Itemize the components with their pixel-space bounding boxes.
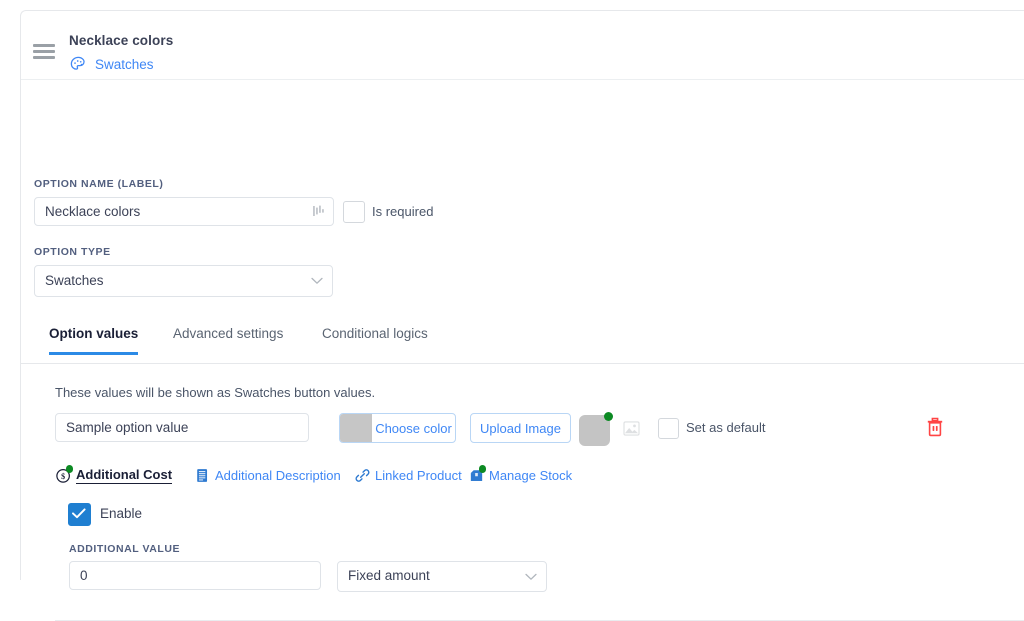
- link-chain-icon: [354, 467, 371, 484]
- enable-label: Enable: [100, 506, 143, 521]
- choose-color-label: Choose color: [375, 420, 452, 436]
- option-type-link-label: Swatches: [95, 57, 154, 72]
- subtab-linked-product[interactable]: Linked Product: [354, 467, 462, 484]
- thumbnail-badge-dot: [604, 412, 613, 421]
- option-type-link[interactable]: Swatches: [69, 55, 154, 74]
- is-required-checkbox[interactable]: [343, 201, 365, 223]
- subtab-label: Manage Stock: [489, 468, 573, 483]
- svg-text:$: $: [61, 472, 65, 481]
- set-as-default-label: Set as default: [686, 420, 766, 435]
- subtab-badge-dot: [478, 465, 486, 473]
- option-type-select[interactable]: Swatches: [34, 265, 333, 297]
- upload-image-label: Upload Image: [480, 420, 561, 436]
- subtab-label: Additional Cost: [76, 467, 173, 484]
- palette-icon: [69, 55, 88, 74]
- enable-checkbox[interactable]: [68, 503, 91, 526]
- option-value-row: Choose color Upload Image Set as default: [55, 412, 1015, 453]
- subtab-additional-description[interactable]: Additional Description: [194, 467, 341, 484]
- package-box-icon: [468, 465, 486, 484]
- tab-advanced-settings[interactable]: Advanced settings: [173, 326, 283, 352]
- option-type-value: Swatches: [45, 273, 104, 288]
- translate-icon[interactable]: [311, 203, 327, 219]
- set-as-default-checkbox[interactable]: [658, 418, 679, 439]
- subtab-label: Additional Description: [215, 468, 341, 483]
- dollar-circle-icon: $: [55, 465, 73, 484]
- additional-value-input[interactable]: [69, 561, 321, 590]
- choose-color-button[interactable]: Choose color: [339, 413, 456, 443]
- check-icon: [72, 508, 86, 519]
- option-name-input[interactable]: [34, 197, 334, 226]
- image-placeholder-icon: [623, 421, 640, 436]
- option-name-label: OPTION NAME (LABEL): [34, 178, 164, 190]
- subtab-bar: $ Additional Cost Additional Description…: [55, 465, 955, 493]
- tab-conditional-logics[interactable]: Conditional logics: [322, 326, 428, 352]
- subtab-label: Linked Product: [375, 468, 462, 483]
- chevron-down-icon: [311, 277, 323, 284]
- panel-note: These values will be shown as Swatches b…: [55, 385, 376, 400]
- color-swatch-preview: [340, 414, 372, 442]
- subtab-additional-cost[interactable]: $ Additional Cost: [55, 465, 173, 484]
- option-value-input[interactable]: [55, 413, 309, 442]
- subtab-badge-dot: [65, 465, 73, 473]
- is-required-label: Is required: [372, 204, 434, 219]
- document-lines-icon: [194, 467, 211, 484]
- delete-option-value-button[interactable]: [924, 415, 946, 439]
- swatch-thumbnail[interactable]: [579, 412, 613, 446]
- drag-handle-icon[interactable]: [33, 44, 55, 60]
- tab-bar: Option values Advanced settings Conditio…: [21, 326, 1024, 364]
- option-card: Necklace colors Swatches OPTION NAME (LA…: [20, 10, 1024, 621]
- card-header: Necklace colors Swatches: [21, 11, 1024, 80]
- chevron-down-icon: [525, 573, 537, 580]
- additional-value-label: ADDITIONAL VALUE: [69, 543, 181, 555]
- option-type-label: OPTION TYPE: [34, 246, 111, 258]
- amount-type-value: Fixed amount: [348, 568, 430, 583]
- page-title: Necklace colors: [69, 33, 174, 48]
- tab-option-values[interactable]: Option values: [49, 326, 139, 355]
- upload-image-button[interactable]: Upload Image: [470, 413, 571, 443]
- subtab-manage-stock[interactable]: Manage Stock: [468, 465, 573, 484]
